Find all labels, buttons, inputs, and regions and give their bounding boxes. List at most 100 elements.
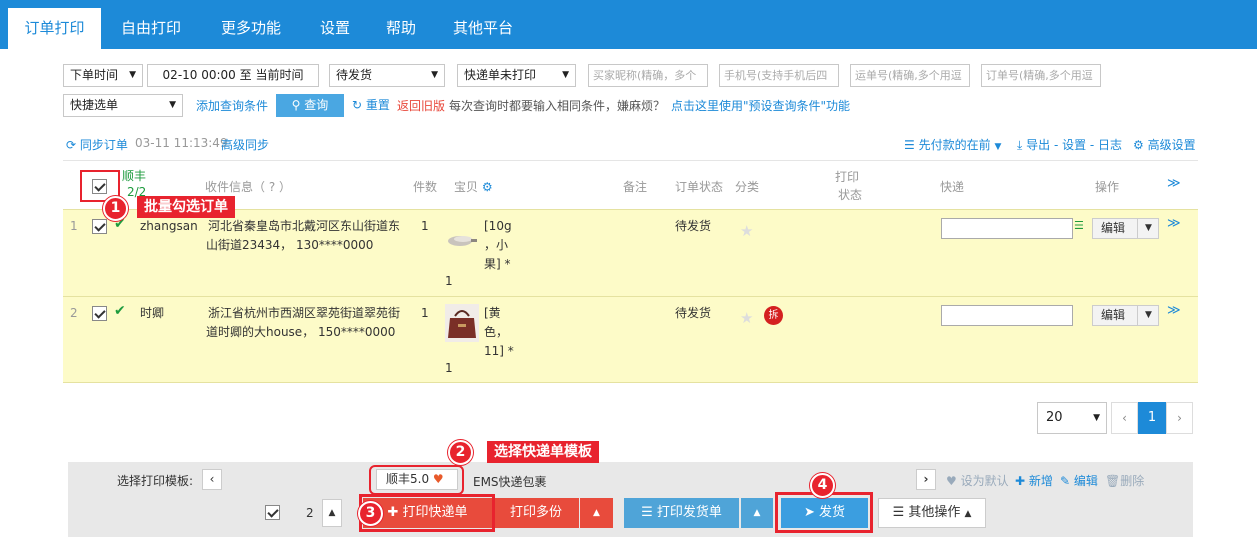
row-checkbox[interactable] [92, 219, 107, 234]
other-actions-label: 其他操作 [908, 505, 961, 520]
receiver-addr-line2: 道时卿的大house， 150****0000 [206, 325, 396, 339]
annotation-1-label: 批量勾选订单 [137, 196, 235, 218]
annotation-3: 3 [358, 501, 383, 526]
select-all-carrier: 顺丰 [122, 169, 147, 183]
next-page-button[interactable]: › [1166, 402, 1193, 434]
tab-order-print[interactable]: 订单打印 [8, 8, 101, 49]
caret-up-icon: ▲ [964, 509, 972, 519]
edit-button[interactable]: 编辑 [1101, 306, 1125, 325]
count-up-button[interactable]: ▲ [322, 499, 342, 527]
edit-button-group[interactable]: 编辑 ▼ [1092, 218, 1159, 239]
tab-help[interactable]: 帮助 [386, 8, 416, 49]
receiver-addr-line1: 河北省秦皇岛市北戴河区东山街道东 [208, 219, 401, 233]
expand-all-icon[interactable]: ≫ [1167, 176, 1181, 191]
annotation-2: 2 [448, 440, 473, 465]
tab-settings[interactable]: 设置 [320, 8, 350, 49]
time-range-input[interactable]: 02-10 00:00 至 当前时间 [147, 64, 319, 87]
express-options-icon[interactable]: ☰ [1074, 219, 1084, 232]
other-actions-button[interactable]: ☰ 其他操作 ▲ [878, 498, 986, 528]
print-multi-button[interactable]: 打印多份 [493, 498, 579, 528]
category-header: 分类 [735, 180, 760, 194]
row-checkbox[interactable] [92, 306, 107, 321]
receiver-addr-line1: 浙江省杭州市西湖区翠苑街道翠苑街 [208, 306, 401, 320]
star-icon[interactable]: ★ [740, 222, 753, 240]
item-header: 宝贝 ⚙ [454, 178, 493, 195]
item-line3: 11] * [484, 344, 514, 358]
template-ems[interactable]: EMS快递包裹 [473, 473, 547, 490]
expand-row-icon[interactable]: ≫ [1167, 303, 1181, 318]
edit-button[interactable]: 编辑 [1101, 219, 1125, 238]
receiver-addr-line2: 山街道23434， 130****0000 [206, 238, 374, 252]
star-icon[interactable]: ★ [740, 309, 753, 327]
set-default-link[interactable]: ♥ 设为默认 [946, 472, 1009, 489]
buyer-nick-input[interactable]: 买家昵称(精确，多个 [588, 64, 708, 87]
quick-select[interactable]: 快捷选单 ▼ [63, 94, 183, 117]
add-condition-link[interactable]: 添加查询条件 [196, 97, 268, 114]
list-icon: ☰ [904, 138, 915, 152]
print-status-header-1: 打印 [835, 170, 860, 184]
print-delivery-caret[interactable]: ▲ [741, 498, 773, 528]
reset-link[interactable]: ↻ 重置 [352, 96, 390, 113]
item-thumbnail[interactable] [446, 230, 480, 250]
template-next-button[interactable]: › [916, 469, 936, 490]
caret-down-icon: ▼ [431, 70, 438, 80]
item-line1: [10g [484, 219, 512, 233]
express-input[interactable] [941, 305, 1073, 326]
template-prev-button[interactable]: ‹ [202, 469, 222, 490]
caret-down-icon: ▼ [129, 70, 136, 80]
row-index: 1 [70, 219, 78, 233]
item-thumbnail[interactable] [445, 304, 479, 342]
tab-free-print[interactable]: 自由打印 [121, 8, 181, 49]
search-button[interactable]: ⚲ 查询 [276, 94, 344, 117]
edit-dropdown-caret[interactable]: ▼ [1137, 219, 1159, 238]
bottom-select-all-checkbox[interactable] [265, 505, 280, 520]
advanced-settings-link[interactable]: ⚙ 高级设置 [1133, 136, 1196, 153]
order-no-input[interactable]: 订单号(精确,多个用逗 [981, 64, 1101, 87]
highlight-template [369, 465, 464, 495]
edit-template-label: 编辑 [1073, 474, 1098, 488]
caret-down-icon: ▼ [562, 70, 569, 80]
expand-row-icon[interactable]: ≫ [1167, 216, 1181, 231]
top-nav: 订单打印 自由打印 更多功能 设置 帮助 其他平台 [0, 0, 1257, 49]
express-input[interactable] [941, 218, 1073, 239]
qty-header: 件数 [413, 180, 438, 194]
plus-icon: ✚ [1015, 474, 1026, 488]
express-status-select[interactable]: 快递单未打印 ▼ [457, 64, 576, 87]
table-row: 1 ✔ zhangsan 河北省秦皇岛市北戴河区东山街道东 山街道23434， … [63, 209, 1198, 296]
edit-dropdown-caret[interactable]: ▼ [1137, 306, 1159, 325]
tab-more-features[interactable]: 更多功能 [221, 8, 281, 49]
phone-input[interactable]: 手机号(支持手机后四 [719, 64, 839, 87]
preset-conditions-link[interactable]: 点击这里使用"预设查询条件"功能 [671, 97, 850, 114]
gear-icon[interactable]: ⚙ [482, 180, 493, 194]
sync-icon: ⟳ [66, 138, 77, 152]
list-icon: ☰ [641, 505, 653, 520]
receiver-name: 时卿 [140, 306, 165, 320]
gear-icon: ⚙ [1133, 138, 1144, 152]
waybill-input[interactable]: 运单号(精确,多个用逗 [850, 64, 970, 87]
page-1-button[interactable]: 1 [1138, 402, 1166, 434]
export-label: 导出 - 设置 - 日志 [1026, 138, 1123, 152]
selected-count: 2 [306, 506, 314, 520]
edit-template-link[interactable]: ✎ 编辑 [1060, 472, 1098, 489]
sort-dropdown[interactable]: ☰ 先付款的在前 ▼ [904, 136, 1001, 153]
order-status-select[interactable]: 待发货 ▼ [329, 64, 445, 87]
page-size-select[interactable]: 20 ▼ [1037, 402, 1107, 434]
item-line2: 色， [484, 325, 509, 339]
print-more-caret[interactable]: ▲ [580, 498, 613, 528]
advanced-sync-link[interactable]: 高级同步 [221, 136, 269, 153]
tab-other-platforms[interactable]: 其他平台 [453, 8, 513, 49]
export-links[interactable]: ⤓ 导出 - 设置 - 日志 [1017, 136, 1122, 153]
item-line3: 果] * [484, 257, 511, 271]
express-status-value: 快递单未打印 [464, 68, 537, 82]
split-badge: 拆 [764, 306, 783, 325]
edit-button-group[interactable]: 编辑 ▼ [1092, 305, 1159, 326]
order-status: 待发货 [675, 219, 712, 233]
old-version-link[interactable]: 返回旧版 [397, 97, 445, 114]
prev-page-button[interactable]: ‹ [1111, 402, 1138, 434]
delete-template-link[interactable]: 🗑删除 [1105, 472, 1144, 489]
add-template-link[interactable]: ✚ 新增 [1015, 472, 1053, 489]
time-type-select[interactable]: 下单时间 ▼ [63, 64, 143, 87]
sync-orders-link[interactable]: ⟳ 同步订单 [66, 136, 128, 153]
print-delivery-button[interactable]: ☰ 打印发货单 [624, 498, 739, 528]
annotation-4: 4 [810, 473, 835, 498]
